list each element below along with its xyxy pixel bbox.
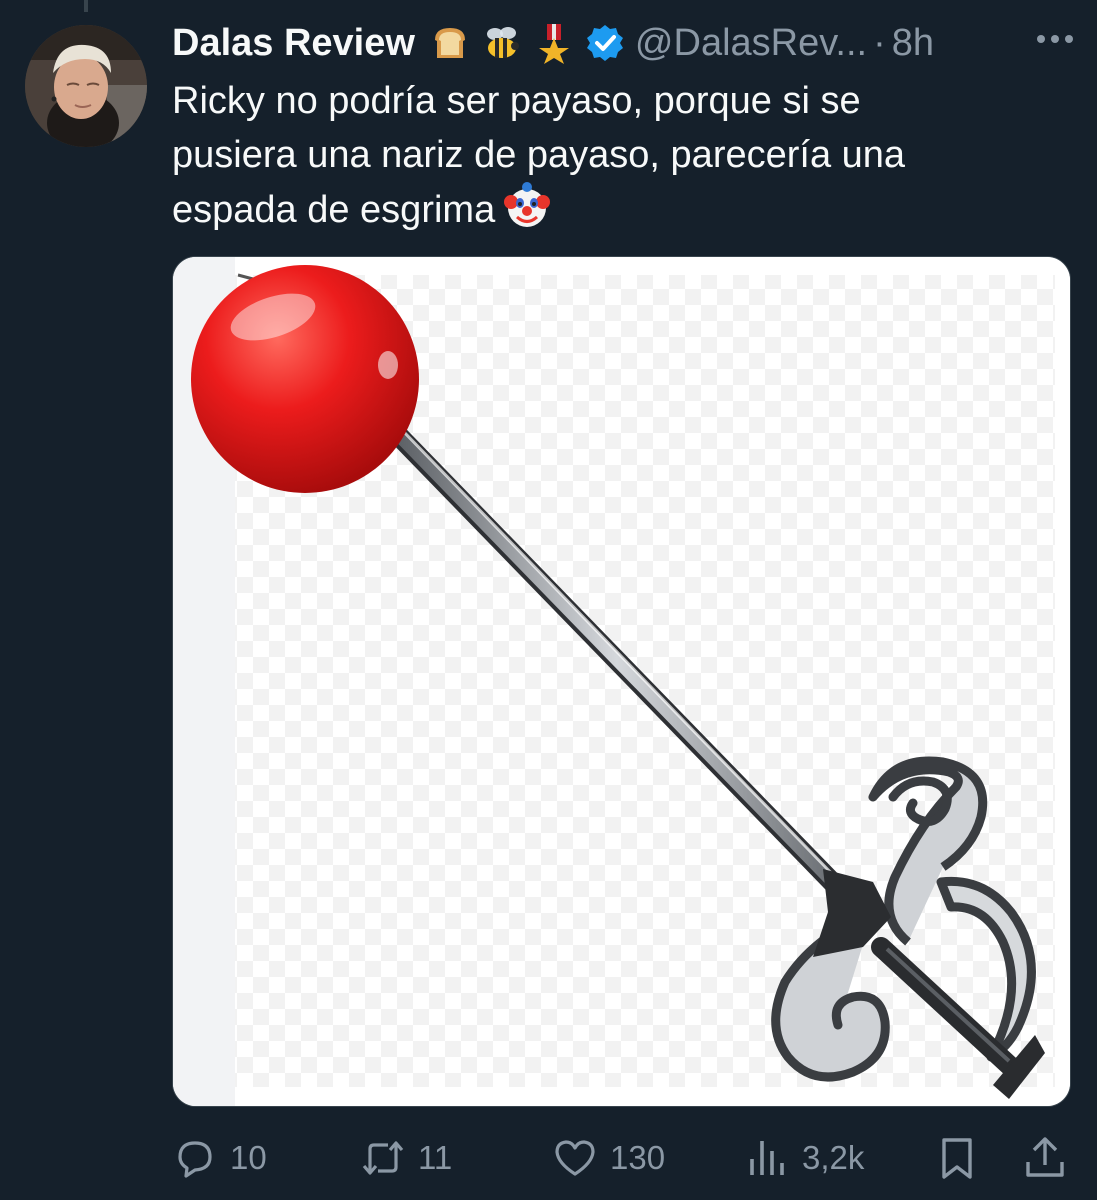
reply-icon	[178, 1141, 212, 1178]
verified-badge-icon	[586, 25, 623, 61]
tweet-header: Dalas Review @DalasRev... · 8h	[172, 14, 1077, 72]
like-button[interactable]: 130	[552, 1130, 665, 1186]
reply-count: 10	[230, 1139, 267, 1176]
views-button[interactable]: 3,2k	[744, 1130, 864, 1186]
more-dots-icon[interactable]	[1033, 24, 1077, 54]
tweet-text-line-3-words: espada de esgrima	[172, 189, 496, 231]
bread-icon	[434, 28, 465, 58]
tweet-text: Ricky no podría ser payaso, porque si se…	[172, 74, 1032, 237]
clown-face-icon	[504, 182, 551, 227]
tweet-text-line-1: Ricky no podría ser payaso, porque si se	[172, 80, 861, 122]
tweet-text-line-2: pusiera una nariz de payaso, parecería u…	[172, 134, 906, 176]
bee-icon	[486, 27, 519, 58]
views-count: 3,2k	[802, 1139, 865, 1176]
red-nose-fencing-sword-image	[173, 257, 1070, 1106]
heart-icon	[555, 1140, 595, 1176]
reply-button[interactable]: 10	[172, 1130, 267, 1186]
retweet-count: 11	[418, 1139, 453, 1176]
retweet-button[interactable]: 11	[360, 1130, 452, 1186]
avatar-image	[25, 25, 147, 147]
author-name[interactable]: Dalas Review	[172, 22, 415, 65]
thread-connector-line	[84, 0, 88, 12]
author-handle[interactable]: @DalasRev...	[635, 22, 867, 65]
bookmark-button[interactable]	[934, 1130, 980, 1186]
separator-dot: ·	[873, 21, 886, 64]
retweet-icon	[362, 1141, 404, 1175]
avatar[interactable]	[25, 25, 147, 147]
name-emojis	[429, 22, 575, 64]
views-chart-icon	[750, 1141, 784, 1175]
share-icon	[1026, 1137, 1064, 1177]
tweet-time[interactable]: 8h	[892, 22, 934, 65]
share-button[interactable]	[1022, 1130, 1068, 1186]
like-count: 130	[610, 1139, 666, 1176]
tweet-media-image[interactable]	[172, 256, 1071, 1107]
tweet-text-line-3: espada de esgrima	[172, 182, 1032, 237]
military-medal-icon	[538, 24, 569, 64]
tweet-actions-bar: 10 11 130 3,2k	[172, 1130, 1071, 1186]
bookmark-icon	[942, 1138, 972, 1179]
